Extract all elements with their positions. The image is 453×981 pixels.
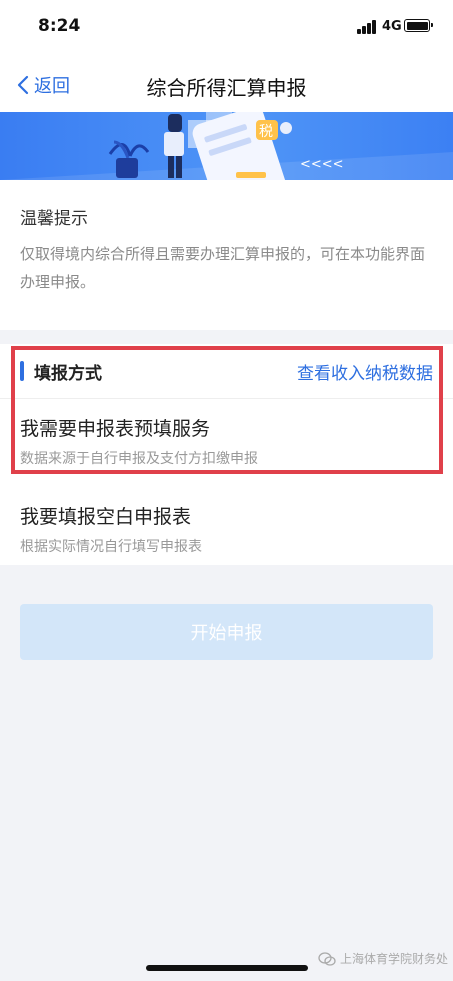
status-time: 8:24 [38, 16, 81, 36]
network-type: 4G [382, 19, 402, 34]
option-blank-form[interactable]: 我要填报空白申报表 根据实际情况自行填写申报表 [0, 488, 453, 566]
banner-graphic: 税 <<<< [0, 112, 453, 180]
option-subtitle: 根据实际情况自行填写申报表 [20, 539, 202, 555]
filing-method-header: 填报方式 查看收入纳税数据 [0, 344, 453, 399]
view-tax-data-link[interactable]: 查看收入纳税数据 [297, 359, 433, 384]
tips-section: 温馨提示 仅取得境内综合所得且需要办理汇算申报的，可在本功能界面办理申报。 [0, 180, 453, 330]
tax-badge: 税 [259, 124, 273, 140]
option-title: 我需要申报表预填服务 [20, 418, 211, 440]
section-accent-bar [20, 361, 24, 381]
tips-text: 仅取得境内综合所得且需要办理汇算申报的，可在本功能界面办理申报。 [20, 245, 426, 291]
status-bar: 8:24 4G [0, 0, 453, 56]
home-indicator[interactable] [146, 965, 308, 971]
nav-bar: 返回 综合所得汇算申报 [0, 56, 453, 112]
page-title: 综合所得汇算申报 [146, 76, 307, 100]
wechat-icon [318, 951, 336, 966]
watermark-text: 上海体育学院财务处 [340, 952, 449, 966]
tips-title: 温馨提示 [20, 209, 88, 229]
start-filing-button[interactable]: 开始申报 [20, 604, 433, 660]
signal-icon [357, 20, 379, 34]
filing-method-label: 填报方式 [34, 364, 102, 384]
option-title: 我要填报空白申报表 [20, 506, 192, 528]
watermark: 上海体育学院财务处 [318, 950, 448, 967]
battery-icon [404, 19, 433, 32]
banner-illustration: 税 <<<< [0, 112, 453, 180]
filing-method-section: 填报方式 查看收入纳税数据 我需要申报表预填服务 数据来源于自行申报及支付方扣缴… [0, 344, 453, 565]
option-subtitle: 数据来源于自行申报及支付方扣缴申报 [20, 451, 258, 467]
arrow-decoration: <<<< [300, 157, 344, 172]
option-prefill-service[interactable]: 我需要申报表预填服务 数据来源于自行申报及支付方扣缴申报 [0, 400, 453, 478]
